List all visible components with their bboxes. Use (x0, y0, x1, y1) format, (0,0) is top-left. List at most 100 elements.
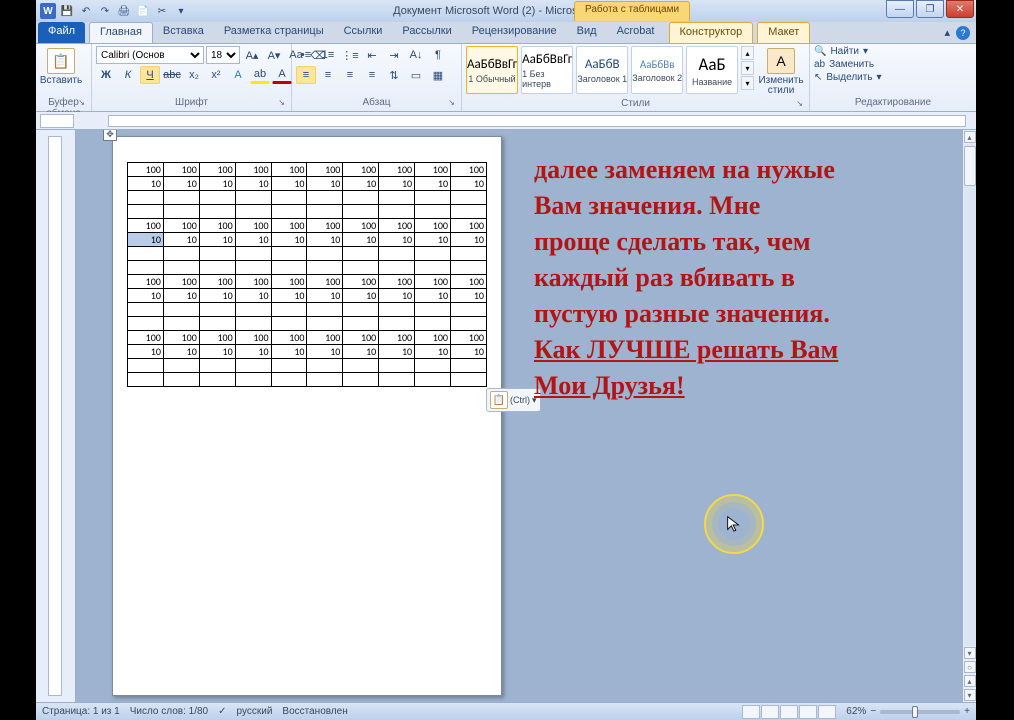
table-cell[interactable] (379, 191, 415, 205)
table-cell[interactable] (379, 247, 415, 261)
table-cell[interactable] (235, 317, 271, 331)
style-title[interactable]: АаБ Название (686, 46, 738, 94)
table-cell[interactable] (379, 261, 415, 275)
styles-launcher-icon[interactable]: ↘ (796, 99, 803, 108)
table-cell[interactable] (128, 205, 164, 219)
style-nospacing[interactable]: АаБбВвГг 1 Без интерв (521, 46, 573, 94)
paragraph-launcher-icon[interactable]: ↘ (448, 98, 455, 107)
table-cell[interactable]: 10 (451, 177, 487, 191)
table-cell[interactable]: 100 (271, 219, 307, 233)
table-cell[interactable]: 10 (451, 289, 487, 303)
document-table[interactable]: 1001001001001001001001001001001010101010… (127, 162, 487, 387)
table-cell[interactable]: 10 (307, 177, 343, 191)
table-cell[interactable] (307, 191, 343, 205)
table-cell[interactable] (163, 191, 199, 205)
table-cell[interactable]: 10 (199, 233, 235, 247)
table-cell[interactable]: 100 (379, 331, 415, 345)
table-cell[interactable]: 10 (415, 345, 451, 359)
table-cell[interactable]: 10 (415, 289, 451, 303)
table-cell[interactable]: 10 (451, 345, 487, 359)
table-cell[interactable] (163, 373, 199, 387)
table-cell[interactable] (343, 205, 379, 219)
table-cell[interactable]: 10 (307, 233, 343, 247)
increase-indent-icon[interactable]: ⇥ (384, 46, 404, 64)
table-cell[interactable]: 10 (415, 177, 451, 191)
clipboard-launcher-icon[interactable]: ↘ (78, 98, 85, 107)
table-cell[interactable]: 100 (343, 275, 379, 289)
table-cell[interactable] (379, 373, 415, 387)
styles-gallery-scroll[interactable]: ▴ ▾ ▾ (741, 46, 754, 90)
text-effects-icon[interactable]: A (228, 66, 248, 84)
table-row[interactable]: 10101010101010101010 (128, 233, 487, 247)
table-cell[interactable] (163, 317, 199, 331)
table-cell[interactable]: 10 (235, 289, 271, 303)
table-cell[interactable] (163, 359, 199, 373)
table-cell[interactable]: 100 (199, 163, 235, 177)
table-cell[interactable] (451, 191, 487, 205)
strike-button[interactable]: abc (162, 66, 182, 84)
table-cell[interactable] (235, 303, 271, 317)
change-styles-button[interactable]: A Изменить стили (757, 46, 805, 98)
table-cell[interactable] (128, 191, 164, 205)
table-cell[interactable]: 100 (451, 275, 487, 289)
table-row[interactable]: 100100100100100100100100100100 (128, 219, 487, 233)
table-cell[interactable]: 100 (343, 219, 379, 233)
status-language[interactable]: русский (237, 706, 273, 717)
table-cell[interactable] (235, 247, 271, 261)
table-cell[interactable]: 100 (379, 163, 415, 177)
tab-references[interactable]: Ссылки (334, 22, 393, 43)
table-row[interactable] (128, 317, 487, 331)
table-cell[interactable] (271, 373, 307, 387)
table-cell[interactable] (343, 303, 379, 317)
table-cell[interactable]: 10 (307, 289, 343, 303)
multilevel-icon[interactable]: ⋮≡ (340, 46, 360, 64)
ruler-horizontal[interactable] (36, 112, 976, 130)
table-cell[interactable] (271, 303, 307, 317)
table-cell[interactable] (451, 373, 487, 387)
browse-object-icon[interactable]: ○ (964, 661, 976, 673)
table-cell[interactable] (199, 317, 235, 331)
table-row[interactable] (128, 247, 487, 261)
table-cell[interactable]: 100 (307, 219, 343, 233)
save-icon[interactable]: 💾 (59, 3, 75, 19)
view-web[interactable] (780, 705, 798, 719)
table-cell[interactable]: 100 (128, 331, 164, 345)
table-cell[interactable] (415, 303, 451, 317)
table-cell[interactable] (271, 261, 307, 275)
table-cell[interactable]: 100 (415, 163, 451, 177)
table-cell[interactable] (271, 317, 307, 331)
cut-icon[interactable]: ✂ (154, 3, 170, 19)
style-heading1[interactable]: АаБбВ Заголовок 1 (576, 46, 628, 94)
table-cell[interactable]: 100 (235, 163, 271, 177)
table-cell[interactable]: 10 (163, 289, 199, 303)
table-cell[interactable] (451, 303, 487, 317)
tab-table-design[interactable]: Конструктор (669, 22, 754, 43)
table-row[interactable] (128, 205, 487, 219)
table-cell[interactable] (163, 303, 199, 317)
table-cell[interactable] (307, 359, 343, 373)
table-cell[interactable]: 100 (128, 219, 164, 233)
table-cell[interactable] (235, 373, 271, 387)
table-cell[interactable] (128, 373, 164, 387)
status-words[interactable]: Число слов: 1/80 (130, 706, 208, 717)
table-cell[interactable] (451, 247, 487, 261)
superscript-button[interactable]: x² (206, 66, 226, 84)
table-cell[interactable] (235, 261, 271, 275)
table-cell[interactable] (128, 261, 164, 275)
grow-font-icon[interactable]: A▴ (242, 46, 262, 64)
table-cell[interactable]: 100 (199, 275, 235, 289)
scroll-up-icon[interactable]: ▴ (964, 131, 976, 143)
tab-review[interactable]: Рецензирование (462, 22, 567, 43)
table-cell[interactable] (199, 261, 235, 275)
table-cell[interactable] (199, 373, 235, 387)
zoom-slider[interactable] (880, 710, 960, 714)
table-move-handle-icon[interactable]: ✥ (103, 130, 117, 141)
table-row[interactable] (128, 261, 487, 275)
table-row[interactable]: 10101010101010101010 (128, 289, 487, 303)
close-button[interactable]: ✕ (946, 0, 974, 18)
table-cell[interactable]: 100 (163, 331, 199, 345)
view-print-layout[interactable] (742, 705, 760, 719)
bold-button[interactable]: Ж (96, 66, 116, 84)
shading-icon[interactable]: ▭ (406, 66, 426, 84)
table-cell[interactable]: 10 (271, 345, 307, 359)
